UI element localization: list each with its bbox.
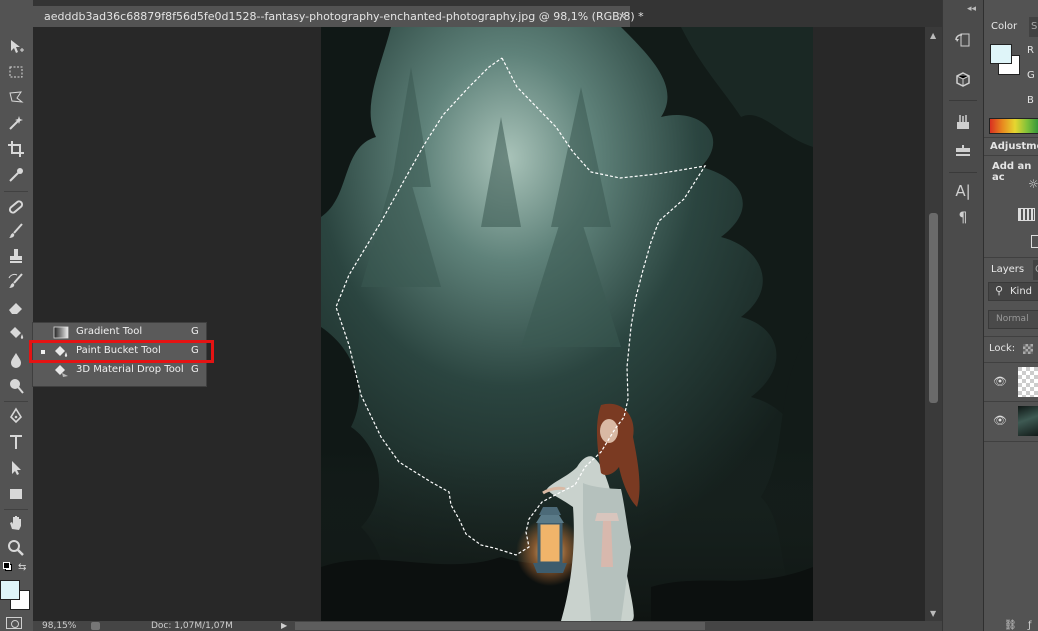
crop-tool-icon[interactable] — [3, 138, 29, 160]
magic-wand-tool-icon[interactable] — [3, 112, 29, 134]
paint-bucket-tool-icon[interactable] — [3, 322, 29, 344]
document-tab-title: aedddb3ad36c68879f8f56d5fe0d1528--fantas… — [44, 10, 644, 23]
scroll-down-arrow-icon[interactable]: ▼ — [930, 609, 936, 618]
link-layers-icon[interactable]: ⛓ — [1004, 620, 1017, 631]
vertical-scrollbar[interactable]: ▲ ▼ — [925, 27, 942, 621]
panel-icon-strip: ◂◂ A| ¶ — [942, 0, 983, 631]
marquee-tool-icon[interactable] — [3, 61, 29, 83]
scrollbar-thumb[interactable] — [929, 213, 938, 403]
lock-label: Lock: — [989, 343, 1016, 354]
tab-color[interactable]: Color — [984, 17, 1029, 37]
eye-visibility-icon[interactable]: 👁 — [993, 375, 1007, 388]
doc-size: Doc: 1,07M/1,07M — [151, 621, 233, 631]
rectangle-tool-icon[interactable] — [3, 483, 29, 505]
status-export-icon[interactable] — [91, 622, 100, 630]
tools-panel: ⇆ — [0, 0, 34, 631]
lasso-tool-icon[interactable] — [3, 86, 29, 108]
3d-panel-icon[interactable] — [953, 70, 973, 90]
brush-tool-icon[interactable] — [3, 220, 29, 242]
zoom-tool-icon[interactable] — [3, 537, 29, 559]
channel-r-label: R — [1027, 45, 1034, 56]
status-menu-arrow-icon[interactable]: ▶ — [281, 621, 287, 630]
type-tool-icon[interactable] — [3, 431, 29, 453]
eye-visibility-icon[interactable]: 👁 — [993, 414, 1007, 427]
clone-stamp-tool-icon[interactable] — [3, 245, 29, 267]
close-icon[interactable]: × — [618, 6, 626, 27]
canvas-image[interactable] — [321, 27, 813, 621]
pen-tool-icon[interactable] — [3, 405, 29, 427]
character-panel-icon[interactable]: A| — [953, 182, 973, 202]
tab-swatches[interactable]: Sw — [1024, 17, 1038, 37]
layer-row[interactable]: 👁 — [984, 402, 1038, 440]
flyout-item-3d-material-drop-tool[interactable]: 3D Material Drop Tool G — [33, 361, 206, 380]
eraser-tool-icon[interactable] — [3, 296, 29, 318]
status-bar: 98,15% Doc: 1,07M/1,07M ▶ — [33, 621, 942, 631]
channel-b-label: B — [1027, 95, 1034, 106]
dodge-tool-icon[interactable] — [3, 375, 29, 397]
layer-thumbnail — [1018, 367, 1038, 397]
eyedropper-tool-icon[interactable] — [3, 164, 29, 186]
adjustments-title[interactable]: Adjustmen — [990, 141, 1038, 152]
color-panel-tabs: Color Sw — [984, 17, 1038, 37]
swap-colors-icon[interactable]: ⇆ — [18, 562, 26, 573]
gradient-icon — [53, 325, 69, 340]
foreground-color-swatch[interactable] — [0, 580, 20, 600]
tab-channels[interactable]: C — [1028, 260, 1038, 280]
tab-layers[interactable]: Layers — [984, 260, 1033, 280]
horizontal-scrollbar[interactable] — [295, 622, 705, 630]
color-spectrum-ramp[interactable] — [989, 118, 1038, 134]
levels-adjustment-icon[interactable] — [1018, 208, 1035, 221]
channel-g-label: G — [1027, 70, 1035, 81]
layer-filter-dropdown[interactable]: ⚲ Kind — [988, 282, 1038, 301]
brightness-adjustment-icon[interactable]: ☼ — [1028, 177, 1038, 191]
blend-mode-select[interactable]: Normal — [988, 310, 1038, 329]
scroll-up-arrow-icon[interactable]: ▲ — [930, 31, 936, 40]
brush-presets-icon[interactable] — [953, 112, 973, 132]
healing-brush-tool-icon[interactable] — [3, 196, 29, 218]
quick-mask-icon[interactable] — [6, 617, 22, 629]
highlight-annotation-box — [29, 340, 214, 363]
history-brush-tool-icon[interactable] — [3, 270, 29, 292]
photo-filter-adjustment-icon[interactable] — [1031, 235, 1038, 248]
path-selection-tool-icon[interactable] — [3, 457, 29, 479]
blur-tool-icon[interactable] — [3, 349, 29, 371]
background-layer-thumbnail — [1018, 406, 1038, 436]
lock-transparent-pixels-icon[interactable] — [1023, 344, 1033, 354]
paragraph-panel-icon[interactable]: ¶ — [953, 210, 973, 230]
collapse-arrows-icon[interactable]: ◂◂ — [967, 4, 976, 14]
panel-foreground-color[interactable] — [990, 44, 1012, 64]
document-tab-bar: aedddb3ad36c68879f8f56d5fe0d1528--fantas… — [33, 0, 942, 27]
layers-panel-tabs: Layers C — [984, 260, 1038, 280]
move-tool-icon[interactable] — [3, 36, 29, 58]
zoom-level[interactable]: 98,15% — [42, 621, 76, 631]
search-icon: ⚲ — [995, 284, 1004, 297]
hand-tool-icon[interactable] — [3, 512, 29, 534]
right-panels: Color Sw R G B Adjustmen Add an ac ☼ Lay… — [983, 0, 1038, 631]
layer-row[interactable]: 👁 — [984, 363, 1038, 401]
default-colors-icon[interactable] — [3, 562, 12, 571]
history-panel-icon[interactable] — [953, 30, 973, 50]
layer-style-icon[interactable]: ƒ — [1028, 620, 1032, 631]
clone-source-icon[interactable] — [953, 142, 973, 162]
3d-material-drop-icon — [53, 363, 69, 378]
document-tab[interactable]: aedddb3ad36c68879f8f56d5fe0d1528--fantas… — [33, 6, 644, 27]
